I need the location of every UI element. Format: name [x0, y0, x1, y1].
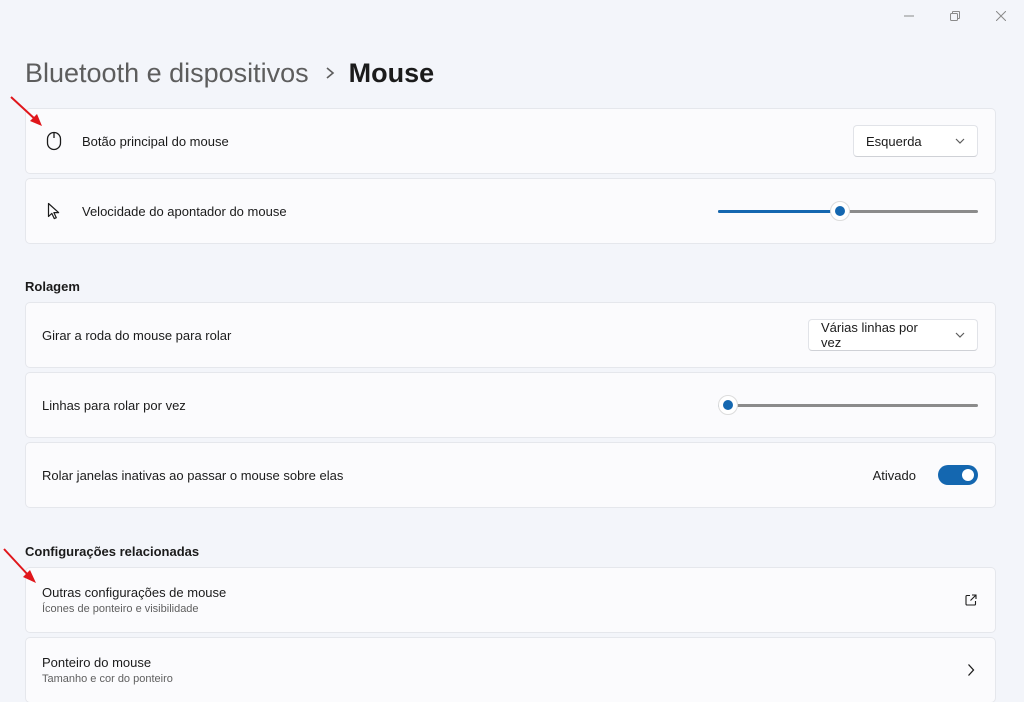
pointer-icon: [26, 202, 82, 220]
wheel-scroll-value: Várias linhas por vez: [821, 320, 918, 350]
mouse-pointer-link[interactable]: Ponteiro do mouse Tamanho e cor do ponte…: [25, 637, 996, 702]
breadcrumb-separator-icon: [325, 66, 335, 80]
mouse-icon: [26, 131, 82, 151]
restore-button[interactable]: [932, 0, 978, 32]
chevron-right-icon: [967, 663, 975, 677]
toggle-knob: [962, 469, 974, 481]
breadcrumb-parent[interactable]: Bluetooth e dispositivos: [25, 56, 309, 90]
mouse-pointer-label: Ponteiro do mouse: [42, 655, 152, 670]
page-title: Mouse: [348, 58, 435, 88]
close-button[interactable]: [978, 0, 1024, 32]
section-title-related: Configurações relacionadas: [25, 544, 200, 559]
lines-per-scroll-label: Linhas para rolar por vez: [42, 397, 186, 413]
wheel-scroll-dropdown[interactable]: Várias linhas por vez: [808, 319, 978, 351]
restore-icon: [950, 11, 960, 21]
primary-button-label: Botão principal do mouse: [82, 133, 229, 149]
minimize-icon: [904, 15, 914, 17]
section-title-scroll: Rolagem: [25, 279, 80, 294]
slider-thumb[interactable]: [830, 201, 851, 221]
breadcrumb: Bluetooth e dispositivos Mouse: [25, 56, 434, 90]
toggle-state-label: Ativado: [872, 467, 916, 483]
slider-rail: [718, 404, 978, 407]
close-icon: [996, 11, 1006, 21]
wheel-scroll-label: Girar a roda do mouse para rolar: [42, 327, 232, 343]
pointer-speed-label: Velocidade do apontador do mouse: [82, 203, 287, 219]
other-mouse-settings-link[interactable]: Outras configurações de mouse Ícones de …: [25, 567, 996, 633]
other-settings-label: Outras configurações de mouse: [42, 585, 227, 600]
slider-fill: [718, 210, 841, 213]
primary-button-card: Botão principal do mouse Esquerda: [25, 108, 996, 174]
mouse-pointer-sub: Tamanho e cor do ponteiro: [42, 673, 173, 685]
chevron-down-icon: [955, 138, 965, 144]
inactive-scroll-card: Rolar janelas inativas ao passar o mouse…: [25, 442, 996, 508]
primary-button-value: Esquerda: [866, 133, 922, 149]
external-link-icon: [964, 593, 978, 607]
lines-per-scroll-card: Linhas para rolar por vez: [25, 372, 996, 438]
pointer-speed-card: Velocidade do apontador do mouse: [25, 178, 996, 244]
window-controls: [886, 0, 1024, 32]
chevron-down-icon: [955, 332, 965, 338]
inactive-scroll-toggle[interactable]: [938, 465, 978, 485]
inactive-scroll-label: Rolar janelas inativas ao passar o mouse…: [42, 467, 344, 483]
annotation-arrow-icon: [10, 96, 42, 126]
minimize-button[interactable]: [886, 0, 932, 32]
annotation-arrow-icon: [3, 548, 36, 583]
pointer-speed-slider[interactable]: [718, 201, 978, 221]
wheel-scroll-card: Girar a roda do mouse para rolar Várias …: [25, 302, 996, 368]
slider-thumb[interactable]: [718, 395, 739, 415]
primary-button-dropdown[interactable]: Esquerda: [853, 125, 978, 157]
other-settings-sub: Ícones de ponteiro e visibilidade: [42, 603, 199, 615]
lines-per-scroll-slider[interactable]: [718, 395, 978, 415]
